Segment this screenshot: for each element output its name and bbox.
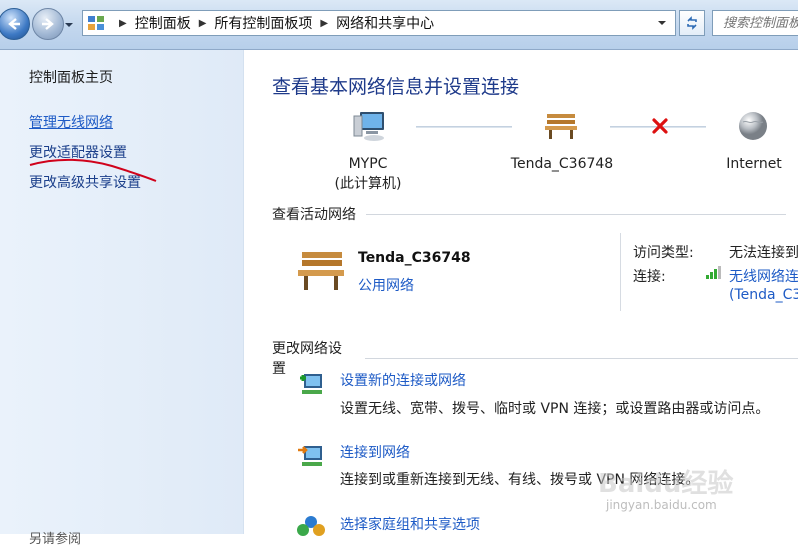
baidu-watermark-url: jingyan.baidu.com (606, 498, 717, 512)
access-type-value: 无法连接到 Internet (729, 245, 798, 261)
arrow-right-icon (42, 18, 54, 30)
sidebar-see-also: 另请参阅 (29, 532, 82, 547)
computer-icon[interactable] (352, 110, 388, 144)
connection-label: 连接: (633, 269, 666, 285)
computer-label: MYPC (此计算机) (318, 154, 418, 194)
breadcrumb-network-center[interactable]: 网络和共享中心 (336, 13, 434, 33)
breadcrumb-separator[interactable]: ▶ (199, 18, 207, 29)
control-panel-icon (88, 16, 104, 30)
active-network-type-link[interactable]: 公用网络 (358, 275, 414, 295)
sidebar-home-link[interactable]: 控制面板主页 (29, 67, 113, 87)
arrow-left-icon (8, 18, 20, 30)
task-connect-to-network[interactable]: 连接到网络 (340, 442, 410, 462)
back-button[interactable] (0, 8, 30, 40)
vertical-divider (620, 233, 621, 311)
breadcrumb-all-items[interactable]: 所有控制面板项 (214, 13, 312, 33)
computer-name: MYPC (348, 156, 388, 172)
sidebar: 控制面板主页 管理无线网络 更改适配器设置 更改高级共享设置 另请参阅 (0, 50, 244, 547)
connect-network-icon (298, 446, 322, 466)
address-history-dropdown-icon[interactable] (657, 18, 667, 28)
task-setup-new-connection-desc: 设置无线、宽带、拨号、临时或 VPN 连接；或设置路由器或访问点。 (340, 401, 770, 417)
active-networks-section-header: 查看活动网络 (272, 204, 786, 224)
active-network-name: Tenda_C36748 (358, 250, 471, 266)
homegroup-icon (297, 516, 325, 536)
task-homegroup-sharing[interactable]: 选择家庭组和共享选项 (340, 514, 480, 534)
breadcrumb-control-panel[interactable]: 控制面板 (135, 13, 191, 33)
navigation-bar: ▶ 控制面板 ▶ 所有控制面板项 ▶ 网络和共享中心 (0, 0, 798, 50)
page-title: 查看基本网络信息并设置连接 (272, 76, 520, 98)
internet-label: Internet (726, 156, 782, 172)
task-setup-new-connection[interactable]: 设置新的连接或网络 (340, 370, 466, 390)
sidebar-item-manage-wireless[interactable]: 管理无线网络 (29, 112, 113, 132)
access-type-label: 访问类型: (633, 245, 694, 261)
search-input[interactable] (713, 11, 798, 35)
connection-link[interactable]: 无线网络连接 (729, 266, 798, 286)
breadcrumb-separator: ▶ (119, 17, 127, 29)
active-networks-title: 查看活动网络 (272, 207, 356, 223)
bench-network-icon (298, 252, 344, 290)
breadcrumb-separator[interactable]: ▶ (320, 18, 328, 29)
globe-internet-icon[interactable] (737, 110, 769, 142)
search-box[interactable] (712, 10, 798, 36)
link-line-computer-router (416, 126, 512, 128)
new-connection-icon (300, 374, 322, 394)
baidu-watermark-brand: Baidu经验 (598, 468, 733, 499)
refresh-button[interactable] (679, 10, 705, 36)
router-label: Tenda_C36748 (510, 156, 614, 172)
refresh-icon (687, 16, 697, 30)
address-bar[interactable]: ▶ 控制面板 ▶ 所有控制面板项 ▶ 网络和共享中心 (82, 10, 676, 36)
no-connection-x-icon[interactable] (651, 117, 669, 135)
connection-link-ssid[interactable]: (Tenda_C36748) (729, 287, 798, 303)
bench-router-icon[interactable] (544, 112, 578, 140)
section-divider (366, 213, 786, 215)
signal-strength-icon (706, 266, 721, 279)
computer-sub: (此计算机) (334, 176, 402, 192)
forward-button[interactable] (32, 8, 64, 40)
section-divider (365, 357, 798, 359)
recent-pages-dropdown[interactable] (64, 20, 74, 30)
red-underline-annotation (29, 158, 157, 182)
